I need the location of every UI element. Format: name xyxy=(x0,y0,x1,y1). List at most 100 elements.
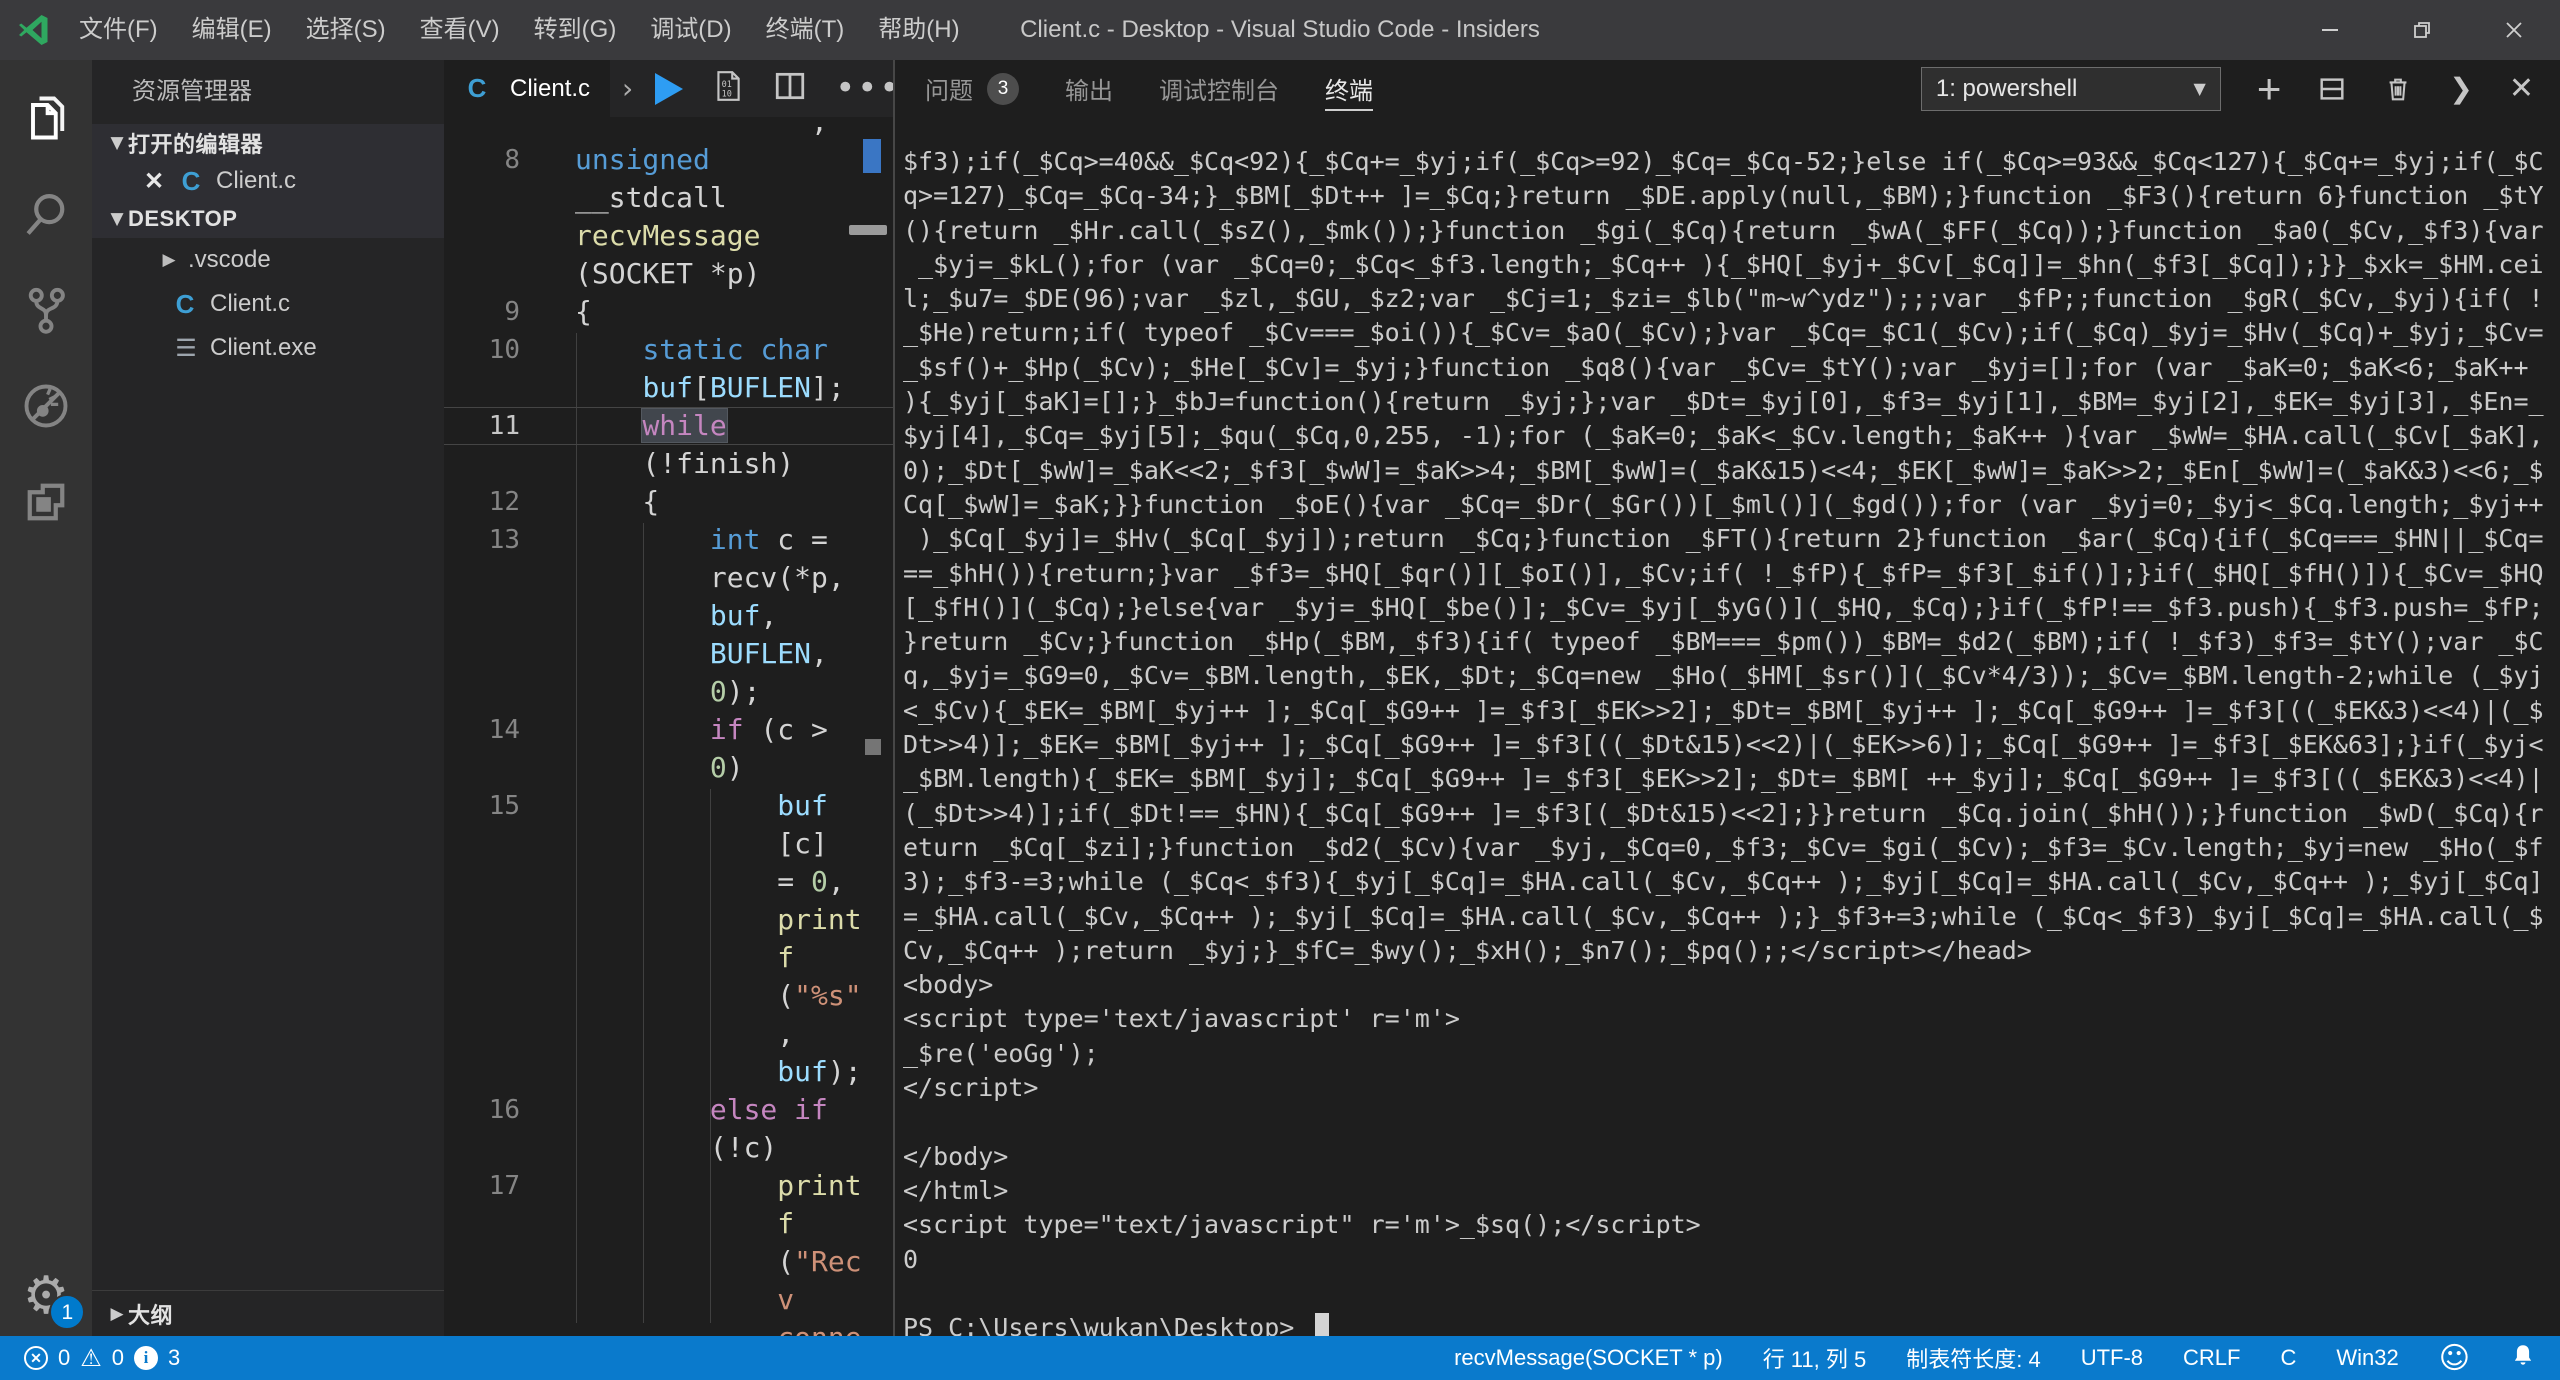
code-token xyxy=(575,523,710,556)
code-token: c = xyxy=(760,523,827,556)
line-number: 12 xyxy=(444,483,520,521)
search-icon[interactable] xyxy=(0,166,92,262)
terminal-line: _$re('eoGg'); xyxy=(903,1037,2560,1071)
feedback-smiley-icon[interactable]: ☺ xyxy=(2439,1341,2470,1376)
bottom-panel: 问题3 输出调试控制台 终端 1: powershell ▼ + ❯ xyxy=(893,60,2560,1336)
tab-overflow-chevron-icon[interactable]: › xyxy=(622,72,633,105)
code-token xyxy=(744,333,761,366)
terminal-line: $f3);if(_$Cq>=40&&_$Cq<92){_$Cq+=_$yj;if… xyxy=(903,145,2560,179)
terminal-line: $yj[4],_$Cq=_$yj[5];_$qu(_$Cq,0,255, -1)… xyxy=(903,419,2560,453)
panel-tab[interactable]: 问题3 xyxy=(925,60,1019,117)
status-item[interactable]: Win32 xyxy=(2336,1345,2398,1371)
status-item[interactable]: 制表符长度: 4 xyxy=(1906,1342,2040,1374)
panel-tab[interactable]: 调试控制台 xyxy=(1159,60,1279,117)
tab-client-c[interactable]: C Client.c xyxy=(444,60,610,117)
binary-view-button[interactable]: 01 10 xyxy=(711,69,745,108)
maximize-panel-chevron-icon[interactable]: ❯ xyxy=(2449,72,2472,105)
tree-item[interactable]: ☰Client.exe xyxy=(92,326,444,370)
outline-section-header[interactable]: ▶ 大纲 xyxy=(92,1290,444,1336)
tree-item[interactable]: ▶.vscode xyxy=(92,238,444,282)
line-number: 16 xyxy=(444,1091,520,1129)
debug-icon[interactable] xyxy=(0,358,92,454)
terminal-line: Cq[_$wW]=_$aK;}}function _$oE(){var _$Cq… xyxy=(903,488,2560,522)
editor-line: 16 else if xyxy=(444,1091,893,1129)
editor-line: recv(*p, xyxy=(444,559,893,597)
status-item[interactable]: C xyxy=(2280,1345,2296,1371)
status-item[interactable]: recvMessage(SOCKET * p) xyxy=(1454,1345,1723,1371)
menubar-item[interactable]: 转到(G) xyxy=(517,0,634,60)
code-token xyxy=(575,751,710,784)
editor-line: f xyxy=(444,939,893,977)
terminal-line: [_$fH()](_$Cq);}else{var _$yj=_$HQ[_$be(… xyxy=(903,591,2560,625)
code-token: (c > xyxy=(744,713,828,746)
new-terminal-button[interactable]: + xyxy=(2257,72,2282,106)
menubar-item[interactable]: 调试(D) xyxy=(633,0,748,60)
menubar-item[interactable]: 文件(F) xyxy=(62,0,175,60)
split-terminal-button[interactable] xyxy=(2317,74,2347,104)
code-token xyxy=(575,1207,777,1240)
code-token xyxy=(575,599,710,632)
line-content: __stdcall xyxy=(520,181,727,214)
settings-gear-icon[interactable]: ⚙ 1 xyxy=(23,1270,70,1322)
open-editors-section-header[interactable]: ▼ 打开的编辑器 xyxy=(92,124,444,162)
panel-tab[interactable]: 终端 xyxy=(1325,60,1373,117)
chevron-down-icon: ▼ xyxy=(106,133,128,153)
line-number: 17 xyxy=(444,1167,520,1205)
editor-line: 11 while xyxy=(444,407,893,445)
panel-tab[interactable]: 输出 xyxy=(1065,60,1113,117)
tree-item[interactable]: CClient.c xyxy=(92,282,444,326)
line-content: v xyxy=(520,1283,794,1316)
menubar-item[interactable]: 终端(T) xyxy=(749,0,862,60)
code-token: "%s" xyxy=(794,979,861,1012)
close-panel-button[interactable]: ✕ xyxy=(2509,71,2534,106)
menubar-item[interactable]: 编辑(E) xyxy=(175,0,289,60)
code-token: (!finish) xyxy=(575,447,794,480)
terminal-shell-select[interactable]: 1: powershell ▼ xyxy=(1921,67,2221,111)
folder-section-header[interactable]: ▼ DESKTOP xyxy=(92,200,444,238)
explorer-icon[interactable] xyxy=(0,70,92,166)
status-item[interactable]: CRLF xyxy=(2183,1345,2240,1371)
more-actions-icon[interactable]: ••• xyxy=(835,82,901,96)
chevron-right-icon: ▶ xyxy=(106,1304,128,1324)
code-token xyxy=(575,675,710,708)
restore-button[interactable] xyxy=(2376,0,2468,60)
open-editor-item-client-c[interactable]: ✕ C Client.c xyxy=(92,162,444,200)
menubar-item[interactable]: 查看(V) xyxy=(403,0,517,60)
code-token: else xyxy=(710,1093,777,1126)
code-token: , xyxy=(811,637,828,670)
kill-terminal-button[interactable] xyxy=(2383,74,2413,104)
status-item[interactable]: UTF-8 xyxy=(2081,1345,2143,1371)
code-token: if xyxy=(794,1093,828,1126)
line-content: (!finish) xyxy=(520,447,794,480)
panel-tab-label: 终端 xyxy=(1325,71,1373,106)
split-editor-button[interactable] xyxy=(773,69,807,108)
status-item[interactable]: 行 11, 列 5 xyxy=(1763,1342,1867,1374)
close-window-button[interactable] xyxy=(2468,0,2560,60)
minimize-button[interactable] xyxy=(2284,0,2376,60)
notifications-bell-icon[interactable] xyxy=(2510,1342,2536,1374)
line-content: BUFLEN, xyxy=(520,637,828,670)
close-icon[interactable]: ✕ xyxy=(144,167,174,196)
run-code-button[interactable] xyxy=(655,73,683,105)
terminal-line: q>=127)_$Cq=_$Cq-34;}_$BM[_$Dt++ ]=_$Cq;… xyxy=(903,179,2560,213)
code-token: { xyxy=(575,295,592,328)
code-token: , xyxy=(575,117,828,138)
problems-status-item[interactable]: ✕ 0 ⚠ 0 i 3 xyxy=(0,1345,180,1371)
extensions-icon[interactable] xyxy=(0,454,92,550)
line-content: = 0, xyxy=(520,865,845,898)
window-controls xyxy=(2284,0,2560,60)
error-icon: ✕ xyxy=(24,1346,48,1370)
line-content: int c = xyxy=(520,523,828,556)
code-token: char xyxy=(760,333,827,366)
terminal-line: eturn _$Cq[_$zi];}function _$d2(_$Cv){va… xyxy=(903,831,2560,865)
code-editor[interactable]: ,8unsigned__stdcallrecvMessage(SOCKET *p… xyxy=(444,117,893,1336)
scrollbar-handle[interactable] xyxy=(849,225,887,235)
menubar-item[interactable]: 帮助(H) xyxy=(861,0,976,60)
code-token xyxy=(575,409,642,442)
menubar-item[interactable]: 选择(S) xyxy=(289,0,403,60)
line-content: else if xyxy=(520,1093,828,1126)
c-file-icon: C xyxy=(168,289,202,320)
source-control-icon[interactable] xyxy=(0,262,92,358)
menubar: 文件(F)编辑(E)选择(S)查看(V)转到(G)调试(D)终端(T)帮助(H) xyxy=(62,0,977,60)
terminal-output[interactable]: $f3);if(_$Cq>=40&&_$Cq<92){_$Cq+=_$yj;if… xyxy=(895,117,2560,1336)
